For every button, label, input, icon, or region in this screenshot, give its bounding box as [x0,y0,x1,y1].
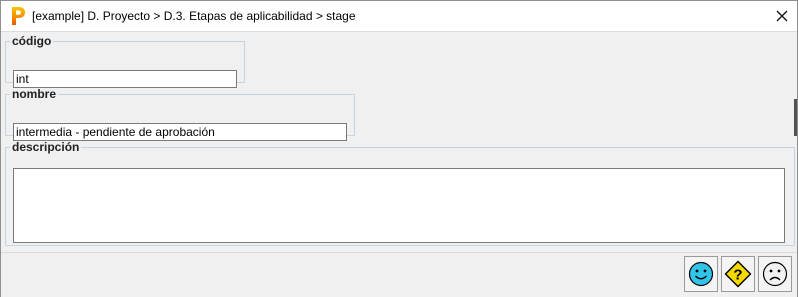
form-area: código nombre descripción [1,31,797,250]
smiley-happy-icon [688,261,714,287]
nombre-label: nombre [12,87,57,101]
smiley-sad-icon [762,261,788,287]
cancel-button[interactable] [758,256,792,292]
codigo-group: código [5,34,245,88]
descripcion-label: descripción [12,140,80,154]
ok-button[interactable] [684,256,718,292]
help-button[interactable]: ? [721,256,755,292]
title-bar[interactable]: [example] D. Proyecto > D.3. Etapas de a… [1,1,797,31]
close-button[interactable] [767,1,797,31]
descripcion-group: descripción [5,140,795,246]
svg-text:?: ? [733,267,742,284]
dialog-window: [example] D. Proyecto > D.3. Etapas de a… [0,0,798,297]
action-bar: ? [1,252,797,297]
app-logo-p-icon [12,7,25,25]
codigo-label: código [12,34,52,48]
descripcion-textarea[interactable] [13,168,785,243]
codigo-input[interactable] [13,70,237,88]
close-icon [776,10,788,22]
window-edge-marker [794,99,797,136]
nombre-group: nombre [5,87,355,141]
question-warning-icon: ? [724,260,752,288]
nombre-input[interactable] [13,123,347,141]
window-title: [example] D. Proyecto > D.3. Etapas de a… [32,9,356,23]
